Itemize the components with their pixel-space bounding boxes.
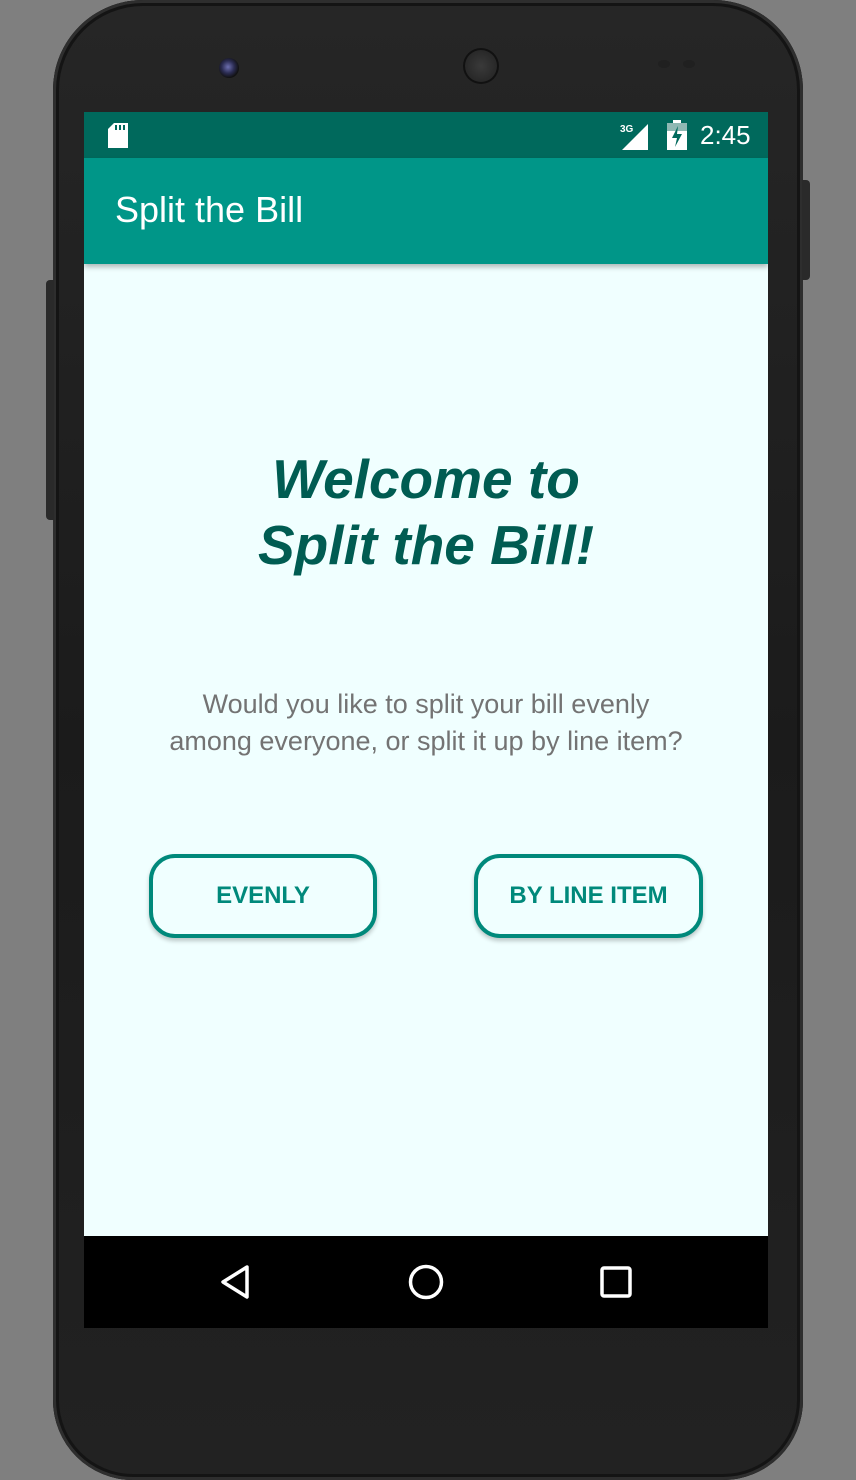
- sd-card-icon: [108, 123, 128, 148]
- volume-button: [46, 280, 54, 520]
- app-bar: Split the Bill: [84, 158, 768, 264]
- home-icon[interactable]: [406, 1262, 446, 1302]
- proximity-sensor: [658, 60, 670, 68]
- evenly-button[interactable]: EVENLY: [149, 854, 377, 938]
- network-type-label: 3G: [620, 124, 634, 135]
- navigation-bar: [84, 1236, 768, 1328]
- status-bar: 3G 2:45: [84, 112, 768, 158]
- battery-icon: [667, 120, 687, 150]
- app-screen: 3G 2:45 Split the Bill Welcome to Split …: [84, 112, 768, 1328]
- prompt-line-2: among everyone, or split it up by line i…: [169, 726, 683, 756]
- welcome-heading: Welcome to Split the Bill!: [84, 446, 768, 578]
- by-line-item-button[interactable]: BY LINE ITEM: [474, 854, 703, 938]
- back-icon[interactable]: [216, 1262, 256, 1302]
- status-clock: 2:45: [700, 120, 751, 150]
- app-title: Split the Bill: [115, 189, 304, 230]
- recent-apps-icon[interactable]: [596, 1262, 636, 1302]
- earpiece-speaker: [463, 48, 499, 84]
- prompt-line-1: Would you like to split your bill evenly: [202, 689, 650, 719]
- light-sensor: [683, 60, 695, 68]
- power-button: [802, 180, 810, 280]
- signal-icon: 3G: [620, 124, 648, 150]
- front-camera: [219, 58, 239, 78]
- split-prompt: Would you like to split your bill evenly…: [84, 686, 768, 760]
- welcome-line-2: Split the Bill!: [257, 514, 595, 576]
- welcome-line-1: Welcome to: [272, 448, 580, 510]
